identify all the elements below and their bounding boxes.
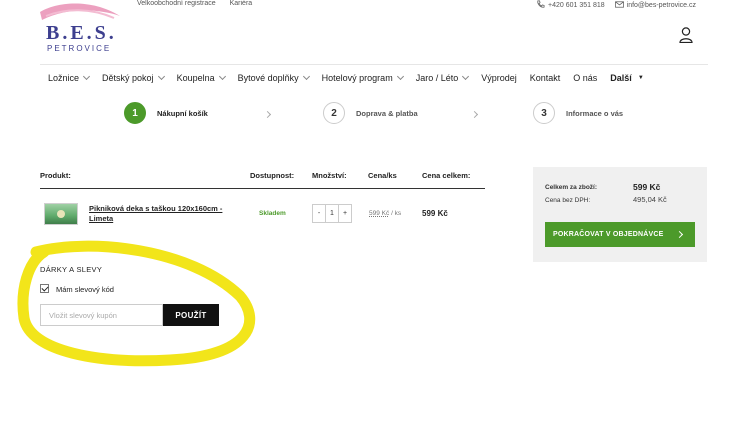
main-nav: Ložnice Dětský pokoj Koupelna Bytové dop… <box>48 72 657 83</box>
step-cart[interactable]: 1 Nákupní košík <box>124 102 208 124</box>
table-header-divider <box>40 188 485 189</box>
discount-section-title: DÁRKY A SLEVY <box>40 265 103 274</box>
qty-increase-button[interactable]: + <box>339 205 351 222</box>
nav-item-vyprodej[interactable]: Výprodej <box>481 73 517 83</box>
nav-item-kontakt[interactable]: Kontakt <box>530 73 561 83</box>
product-thumbnail[interactable] <box>44 203 78 225</box>
nav-item-o-nas[interactable]: O nás <box>573 73 597 83</box>
nav-item-koupelna[interactable]: Koupelna <box>176 72 226 83</box>
col-header-unit-price: Cena/ks <box>368 171 397 180</box>
summary-total-value: 599 Kč <box>633 182 661 192</box>
nav-label: O nás <box>573 73 598 83</box>
nav-item-hotelovy-program[interactable]: Hotelový program <box>321 72 404 83</box>
chevron-down-icon <box>462 72 470 81</box>
step-label: Doprava & platba <box>356 108 418 118</box>
nav-label: Kontakt <box>529 73 561 83</box>
discount-code-checkbox-label[interactable]: Mám slevový kód <box>56 285 114 294</box>
discount-code-checkbox[interactable] <box>40 284 49 293</box>
chevron-right-icon <box>675 230 684 239</box>
nav-item-detsky-pokoj[interactable]: Dětský pokoj <box>102 72 165 83</box>
user-icon[interactable] <box>679 27 693 43</box>
unit-price: 599 Kč / ks <box>369 210 401 217</box>
phone-contact[interactable]: +420 601 351 818 <box>536 0 605 9</box>
chevron-right-icon <box>470 110 479 119</box>
email-address: info@bes-petrovice.cz <box>626 2 696 9</box>
nav-label: Hotelový program <box>321 73 393 83</box>
stock-status: Skladem <box>259 210 286 217</box>
email-contact[interactable]: info@bes-petrovice.cz <box>614 0 696 9</box>
chevron-down-icon <box>218 72 226 81</box>
row-total: 599 Kč <box>422 209 448 218</box>
nav-label: Bytové doplňky <box>237 73 299 83</box>
step-number: 1 <box>124 102 146 124</box>
chevron-down-icon <box>157 72 165 81</box>
continue-order-label: POKRAČOVAT V OBJEDNÁVCE <box>553 231 664 238</box>
nav-item-loznice[interactable]: Ložnice <box>48 72 91 83</box>
nav-item-dalsi[interactable]: Další ▼ <box>610 73 643 83</box>
unit-price-value: 599 Kč <box>369 210 390 217</box>
qty-input[interactable]: 1 <box>325 205 339 222</box>
continue-order-button[interactable]: POKRAČOVAT V OBJEDNÁVCE <box>545 222 695 247</box>
chevron-down-icon <box>82 72 91 81</box>
nav-label: Koupelna <box>176 73 215 83</box>
career-link[interactable]: Kariéra <box>230 0 253 7</box>
header-divider <box>40 64 708 65</box>
step-label: Informace o vás <box>566 108 624 118</box>
wholesale-registration-link[interactable]: Velkoobchodní registrace <box>137 0 216 7</box>
chevron-down-icon <box>396 72 404 81</box>
qty-decrease-button[interactable]: - <box>313 205 325 222</box>
step-number: 2 <box>323 102 345 124</box>
order-summary <box>533 167 707 262</box>
nav-label: Výprodej <box>481 73 517 83</box>
col-header-availability: Dostupnost: <box>250 171 295 180</box>
col-header-total: Cena celkem: <box>422 171 471 180</box>
quantity-stepper: - 1 + <box>312 204 352 223</box>
mail-icon <box>614 1 624 8</box>
step-shipping[interactable]: 2 Doprava & platba <box>323 102 418 124</box>
summary-total-label: Celkem za zboží: <box>545 184 598 191</box>
summary-net-label: Cena bez DPH: <box>545 197 591 204</box>
step-number: 3 <box>533 102 555 124</box>
nav-label: Jaro / Léto <box>415 73 459 83</box>
phone-number: +420 601 351 818 <box>548 2 605 9</box>
nav-item-jaro-leto[interactable]: Jaro / Léto <box>415 72 470 83</box>
chevron-down-icon <box>302 72 310 81</box>
top-links: Velkoobchodní registrace Kariéra <box>137 0 252 7</box>
logo-text[interactable]: B.E.S. <box>46 22 117 45</box>
nav-label: Dětský pokoj <box>102 73 154 83</box>
product-name-link[interactable]: Pikniková deka s taškou 120x160cm - Lime… <box>89 204 239 224</box>
unit-price-suffix: / ks <box>391 210 402 217</box>
top-contact: +420 601 351 818 info@bes-petrovice.cz <box>536 0 696 9</box>
coupon-input[interactable]: Vložit slevový kupón <box>40 304 163 326</box>
chevron-right-icon <box>263 110 272 119</box>
summary-net-value: 495,04 Kč <box>633 195 667 204</box>
apply-coupon-button[interactable]: POUŽÍT <box>163 304 219 326</box>
nav-label: Ložnice <box>48 73 80 83</box>
nav-label: Další <box>610 73 632 83</box>
step-label: Nákupní košík <box>157 108 208 118</box>
caret-down-icon: ▼ <box>637 75 644 81</box>
logo-subtitle: PETROVICE <box>47 44 112 53</box>
col-header-quantity: Množství: <box>312 171 347 180</box>
nav-item-bytove-doplnky[interactable]: Bytové doplňky <box>237 72 310 83</box>
col-header-product: Produkt: <box>40 171 71 180</box>
phone-icon <box>537 0 545 8</box>
step-info[interactable]: 3 Informace o vás <box>533 102 623 124</box>
